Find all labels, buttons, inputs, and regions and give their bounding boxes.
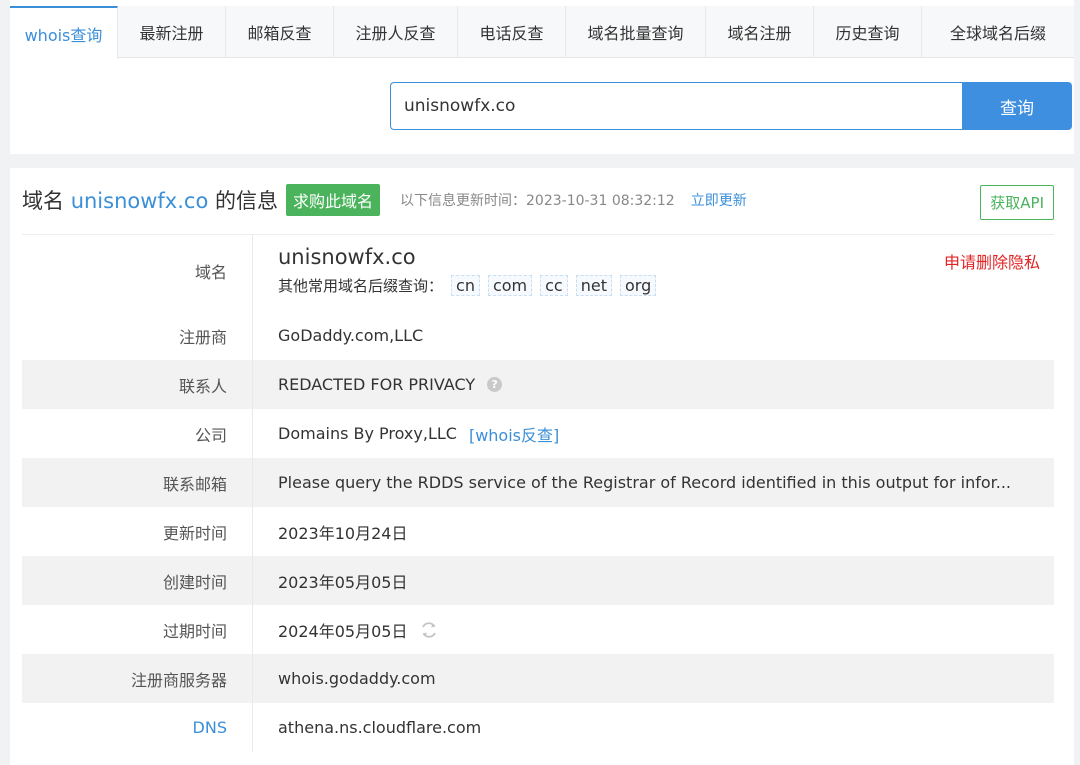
row-value: 2023年10月24日 [278, 523, 408, 543]
table-row-contact: 联系人 REDACTED FOR PRIVACY ? [22, 360, 1054, 409]
tab-registrant-reverse[interactable]: 注册人反查 [334, 6, 458, 57]
table-row-dns: DNS athena.ns.cloudflare.com [22, 703, 1054, 752]
row-value: athena.ns.cloudflare.com [278, 718, 482, 737]
tab-phone-reverse[interactable]: 电话反查 [458, 6, 566, 57]
delete-privacy-link[interactable]: 申请删除隐私 [944, 249, 1040, 273]
table-row-updated: 更新时间 2023年10月24日 [22, 507, 1054, 556]
row-label: 联系邮箱 [22, 458, 253, 507]
table-row-company: 公司 Domains By Proxy,LLC [whois反查] [22, 409, 1054, 458]
search-button[interactable]: 查询 [962, 82, 1072, 130]
contact-value: REDACTED FOR PRIVACY [278, 375, 476, 394]
search-input[interactable] [390, 82, 962, 130]
result-header: 域名 unisnowfx.co 的信息 求购此域名 以下信息更新时间：2023-… [22, 182, 747, 218]
tab-history[interactable]: 历史查询 [814, 6, 922, 57]
row-label: 注册商 [22, 311, 253, 360]
suffix-net[interactable]: net [575, 275, 612, 296]
whois-result-card: 域名 unisnowfx.co 的信息 求购此域名 以下信息更新时间：2023-… [10, 168, 1074, 765]
row-label: 更新时间 [22, 507, 253, 556]
row-label: 联系人 [22, 360, 253, 409]
row-value: Domains By Proxy,LLC [whois反查] [253, 409, 1054, 458]
table-row-whois-server: 注册商服务器 whois.godaddy.com [22, 654, 1054, 703]
help-circle-icon[interactable]: ? [487, 377, 503, 392]
suffix-org[interactable]: org [619, 275, 657, 296]
tab-bulk-query[interactable]: 域名批量查询 [566, 6, 706, 57]
row-value: whois.godaddy.com [278, 669, 436, 688]
row-value: 2023年05月05日 [278, 572, 408, 592]
email-value: Please query the RDDS service of the Reg… [278, 473, 1011, 492]
row-label: 过期时间 [22, 605, 253, 654]
row-value: GoDaddy.com,LLC [278, 326, 424, 345]
title-prefix: 域名 [22, 189, 64, 213]
suffix-cn[interactable]: cn [451, 275, 480, 296]
tab-domain-register[interactable]: 域名注册 [706, 6, 814, 57]
row-label: 公司 [22, 409, 253, 458]
tab-email-reverse[interactable]: 邮箱反查 [226, 6, 334, 57]
suffix-com[interactable]: com [487, 275, 533, 296]
row-value: Please query the RDDS service of the Reg… [253, 458, 1054, 507]
update-time-label: 以下信息更新时间：2023-10-31 08:32:12 [400, 193, 675, 209]
row-value: unisnowfx.co 其他常用域名后缀查询： cn com cc net o… [253, 235, 1054, 311]
whois-table: 域名 unisnowfx.co 其他常用域名后缀查询： cn com cc ne… [22, 234, 1054, 752]
title-suffix: 的信息 [215, 189, 278, 213]
update-now-link[interactable]: 立即更新 [691, 190, 747, 210]
search-bar: 查询 [390, 82, 1072, 130]
table-row-registrar: 注册商 GoDaddy.com,LLC [22, 311, 1054, 360]
tab-global-suffixes[interactable]: 全球域名后缀 [922, 6, 1074, 57]
row-label: 创建时间 [22, 556, 253, 605]
table-row-expires: 过期时间 2024年05月05日 [22, 605, 1054, 654]
row-label: 域名 [22, 235, 253, 311]
row-value: 2024年05月05日 [253, 605, 1054, 654]
suffix-query-line: 其他常用域名后缀查询： cn com cc net org [278, 275, 657, 296]
get-api-button[interactable]: 获取API [980, 185, 1054, 220]
table-row-email: 联系邮箱 Please query the RDDS service of th… [22, 458, 1054, 507]
row-label: DNS [22, 703, 253, 752]
top-card: whois查询 最新注册 邮箱反查 注册人反查 电话反查 域名批量查询 域名注册… [10, 0, 1074, 154]
suffix-label: 其他常用域名后缀查询： [278, 277, 444, 295]
tab-latest-registrations[interactable]: 最新注册 [118, 6, 226, 57]
suffix-cc[interactable]: cc [540, 275, 568, 296]
tab-whois[interactable]: whois查询 [10, 6, 118, 59]
domain-value: unisnowfx.co [278, 245, 416, 269]
table-row-domain: 域名 unisnowfx.co 其他常用域名后缀查询： cn com cc ne… [22, 235, 1054, 311]
company-value: Domains By Proxy,LLC [278, 424, 457, 443]
refresh-icon[interactable] [419, 620, 439, 640]
row-label: 注册商服务器 [22, 654, 253, 703]
buy-domain-button[interactable]: 求购此域名 [286, 184, 381, 216]
title-domain[interactable]: unisnowfx.co [71, 189, 209, 213]
table-row-created: 创建时间 2023年05月05日 [22, 556, 1054, 605]
page-title: 域名 unisnowfx.co 的信息 [22, 185, 278, 215]
whois-reverse-link[interactable]: [whois反查] [469, 422, 559, 446]
row-value: REDACTED FOR PRIVACY ? [253, 360, 1054, 409]
expires-value: 2024年05月05日 [278, 621, 408, 641]
nav-tabs: whois查询 最新注册 邮箱反查 注册人反查 电话反查 域名批量查询 域名注册… [10, 6, 1074, 59]
